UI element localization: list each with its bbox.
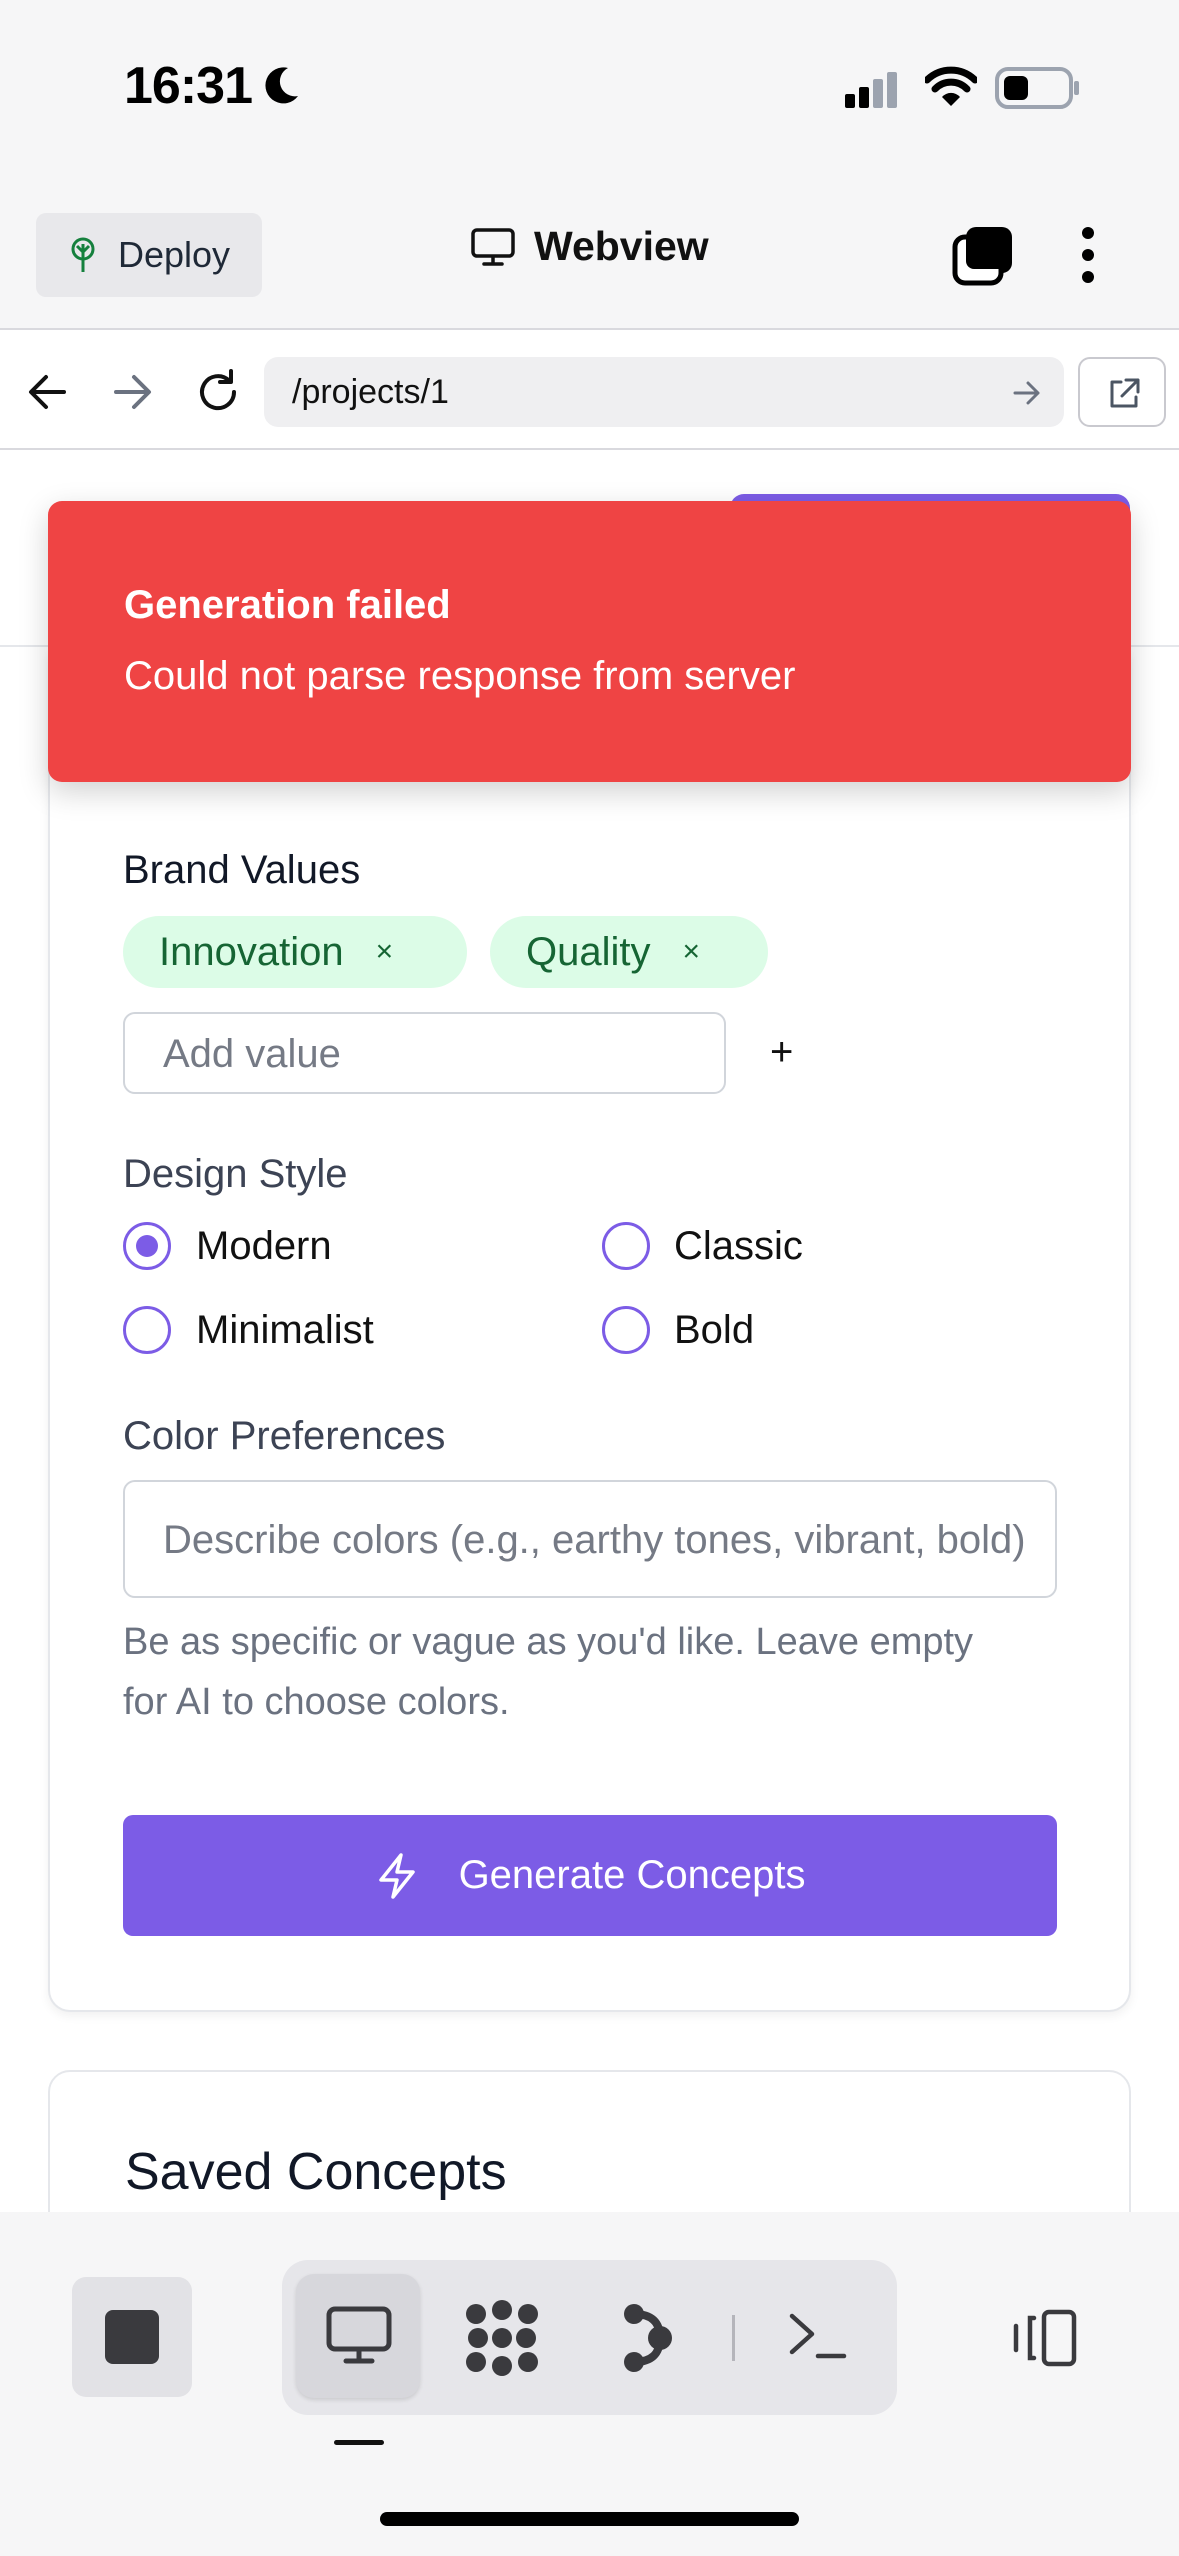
deploy-label: Deploy (118, 234, 231, 275)
value-chip-label: Innovation (159, 929, 344, 974)
generate-concepts-button[interactable]: Generate Concepts (123, 1815, 1057, 1936)
monitor-icon (326, 2306, 392, 2366)
go-arrow-icon[interactable] (1012, 379, 1042, 407)
cellular-signal-icon (845, 70, 907, 108)
radio-classic[interactable] (602, 1222, 650, 1270)
tool-tab-group (282, 2260, 897, 2415)
battery-icon (995, 66, 1081, 110)
webview-title: Webview (470, 223, 709, 270)
add-value-placeholder: Add value (163, 1032, 341, 1076)
app-top-bar: Deploy Webview (0, 175, 1179, 330)
webview-title-label: Webview (534, 223, 709, 269)
deploy-button[interactable]: Deploy (36, 213, 262, 297)
tab-webview[interactable] (296, 2274, 420, 2398)
terminal-icon[interactable] (788, 2308, 848, 2364)
radio-bold[interactable] (602, 1306, 650, 1354)
status-bar: 16:31 (0, 0, 1179, 175)
more-options-icon[interactable] (1078, 225, 1098, 285)
url-bar: /projects/1 (0, 332, 1179, 450)
url-text: /projects/1 (292, 373, 449, 411)
add-value-input[interactable]: Add value (123, 1012, 726, 1094)
radio-modern[interactable] (123, 1222, 171, 1270)
home-indicator (380, 2512, 799, 2526)
active-tab-indicator (334, 2440, 384, 2445)
dots-grid-icon[interactable] (464, 2300, 540, 2376)
color-preferences-label: Color Preferences (123, 1414, 446, 1458)
radio-classic-label[interactable]: Classic (674, 1224, 803, 1269)
value-chip: Quality × (490, 916, 768, 988)
reload-icon[interactable] (194, 368, 242, 416)
generate-concepts-label: Generate Concepts (458, 1853, 806, 1897)
toast-title: Generation failed (124, 583, 451, 627)
toast-message: Could not parse response from server (124, 654, 796, 698)
wifi-icon (925, 66, 977, 108)
branch-icon[interactable] (620, 2302, 676, 2374)
bottom-toolbar (0, 2212, 1179, 2556)
moon-icon (260, 64, 302, 108)
url-field[interactable]: /projects/1 (264, 357, 1064, 427)
radio-minimalist-label[interactable]: Minimalist (196, 1308, 374, 1353)
value-chip-label: Quality (526, 929, 651, 974)
radio-minimalist[interactable] (123, 1306, 171, 1354)
external-link-icon (1106, 376, 1142, 412)
forward-icon[interactable] (112, 372, 154, 412)
remove-chip-icon[interactable]: × (376, 935, 394, 969)
back-icon[interactable] (26, 372, 68, 412)
value-chip: Innovation × (123, 916, 467, 988)
add-value-button[interactable]: + (770, 1030, 793, 1075)
monitor-icon (470, 227, 516, 267)
open-external-button[interactable] (1078, 357, 1166, 427)
device-preview-icon[interactable] (1010, 2308, 1080, 2368)
color-help-text: Be as specific or vague as you'd like. L… (123, 1621, 974, 1723)
remove-chip-icon[interactable]: × (683, 935, 701, 969)
deploy-icon (66, 236, 100, 274)
clock: 16:31 (124, 57, 253, 115)
design-style-label: Design Style (123, 1152, 348, 1196)
tabs-icon[interactable] (952, 225, 1014, 287)
color-preferences-placeholder: Describe colors (e.g., earthy tones, vib… (163, 1518, 1026, 1562)
stop-button[interactable] (72, 2277, 192, 2397)
tab-divider (732, 2315, 735, 2361)
brand-values-label: Brand Values (123, 848, 361, 892)
error-toast[interactable]: Generation failed Could not parse respon… (48, 501, 1131, 782)
radio-modern-label[interactable]: Modern (196, 1224, 332, 1269)
saved-concepts-title: Saved Concepts (125, 2143, 507, 2201)
radio-bold-label[interactable]: Bold (674, 1308, 754, 1353)
color-preferences-input[interactable]: Describe colors (e.g., earthy tones, vib… (123, 1480, 1057, 1598)
lightning-icon (375, 1852, 419, 1900)
